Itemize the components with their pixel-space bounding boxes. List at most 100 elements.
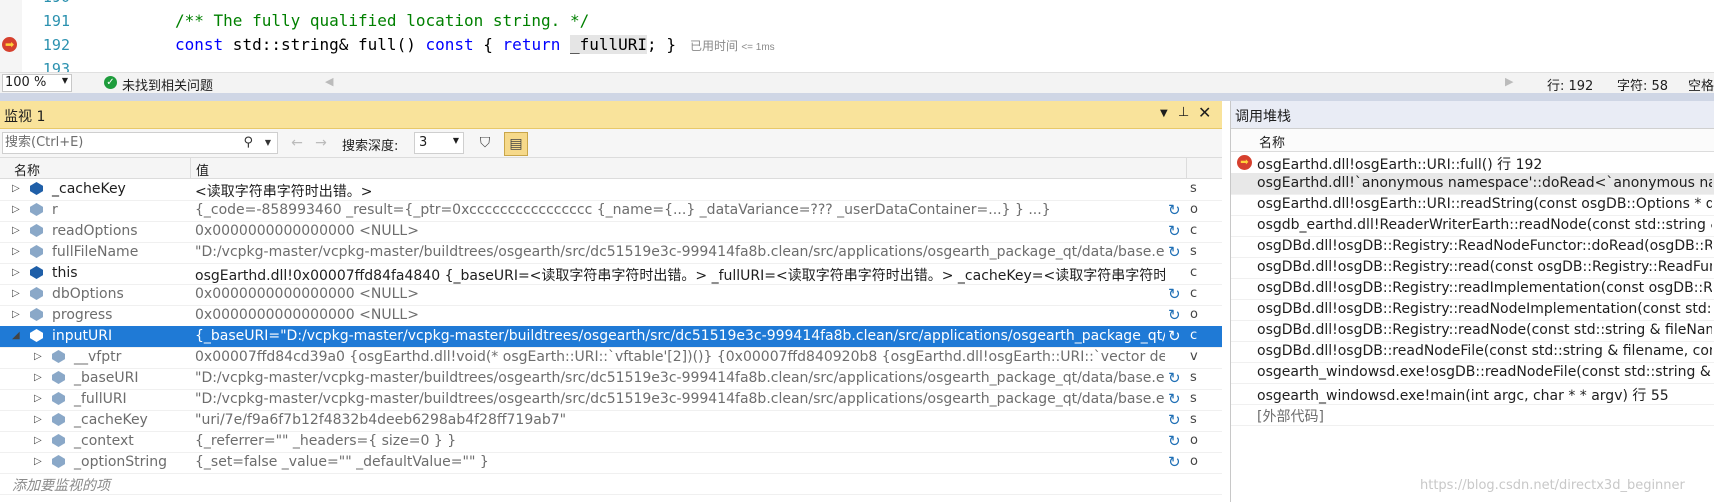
call-stack-frame[interactable]: osgdb_earthd.dll!ReaderWriterEarth::read… (1231, 215, 1714, 237)
expand-icon[interactable]: ▷ (12, 267, 20, 278)
watch-panel-title-bar[interactable]: 监视 1 ▼ ⊥ ✕ (0, 101, 1222, 129)
call-stack-frame[interactable]: osgDBd.dll!osgDB::Registry::readNode(con… (1231, 320, 1714, 342)
search-forward-icon[interactable]: → (310, 132, 332, 154)
search-back-icon[interactable]: ← (286, 132, 308, 154)
search-depth-select[interactable]: 3 ▼ (414, 132, 464, 154)
watch-row-type: v (1190, 349, 1198, 364)
watch-row[interactable]: ▷ _context {_referrer="" _headers={ size=0… (0, 431, 1222, 453)
call-stack-frame[interactable]: [外部代码] (1231, 404, 1714, 426)
column-header-name[interactable]: 名称 (14, 160, 40, 179)
expand-icon[interactable]: ▷ (34, 372, 42, 383)
add-watch-row[interactable]: 添加要监视的项 (0, 473, 1222, 495)
column-header-value[interactable]: 值 (196, 160, 209, 179)
watch-row[interactable]: ▷ _fullURI "D:/vcpkg-master/vcpkg-master/b… (0, 389, 1222, 411)
zoom-dropdown[interactable]: 100 % ▼ (2, 74, 72, 92)
close-icon[interactable]: ✕ (1198, 103, 1211, 122)
watch-row-type: s (1190, 244, 1197, 259)
watch-row-value[interactable]: "D:/vcpkg-master/vcpkg-master/buildtrees… (195, 391, 1165, 407)
call-stack-frame[interactable]: osgearth_windowsd.exe!main(int argc, cha… (1231, 383, 1714, 405)
watch-row[interactable]: ▷ _baseURI "D:/vcpkg-master/vcpkg-master/b… (0, 368, 1222, 390)
refresh-icon[interactable]: ↻ (1168, 453, 1181, 471)
call-stack-panel: 调用堆栈 名称 ➡ osgEarthd.dll!osgEarth::URI::fu… (1230, 101, 1714, 502)
expand-icon[interactable]: ▷ (34, 435, 42, 446)
call-stack-frame[interactable]: osgDBd.dll!osgDB::Registry::readImplemen… (1231, 278, 1714, 300)
watch-row[interactable]: ▷ progress 0x0000000000000000 <NULL> ↻ o (0, 305, 1222, 327)
watch-row[interactable]: ◢ inputURI {_baseURI="D:/vcpkg-master/vcpk… (0, 326, 1222, 348)
collapse-icon[interactable]: ◢ (12, 330, 20, 341)
call-stack-frame-label: osgearth_windowsd.exe!main(int argc, cha… (1257, 388, 1669, 404)
refresh-icon[interactable]: ↻ (1168, 243, 1181, 261)
watch-row[interactable]: ▷ dbOptions 0x0000000000000000 <NULL> ↻ c (0, 284, 1222, 306)
refresh-icon[interactable]: ↻ (1168, 327, 1181, 345)
breakpoint-gutter[interactable] (0, 0, 22, 72)
chevron-down-icon: ▼ (61, 76, 68, 85)
expand-icon[interactable]: ▷ (34, 414, 42, 425)
panel-splitter[interactable] (0, 93, 1714, 101)
call-stack-frame[interactable]: osgEarthd.dll!`anonymous namespace'::doR… (1231, 173, 1714, 195)
watch-row[interactable]: ▷ readOptions 0x0000000000000000 <NULL> ↻ c (0, 221, 1222, 243)
expand-icon[interactable]: ▷ (34, 351, 42, 362)
refresh-icon[interactable]: ↻ (1168, 411, 1181, 429)
issues-status[interactable]: 未找到相关问题 (122, 75, 213, 94)
call-stack-frame[interactable]: osgearth_windowsd.exe!osgDB::readNodeFil… (1231, 362, 1714, 384)
call-stack-frame[interactable]: osgDBd.dll!osgDB::readNodeFile(const std… (1231, 341, 1714, 363)
call-stack-frame[interactable]: osgDBd.dll!osgDB::Registry::ReadNodeFunc… (1231, 236, 1714, 258)
watch-row-value[interactable]: {_code=-858993460 _result={_ptr=0xcccccc… (195, 202, 1165, 218)
refresh-icon[interactable]: ↻ (1168, 285, 1181, 303)
watch-row[interactable]: ▷ this osgEarthd.dll!0x00007ffd84fa4840 {_… (0, 263, 1222, 285)
watch-row-value[interactable]: {_referrer="" _headers={ size=0 } } (195, 433, 1165, 449)
call-stack-title-bar[interactable]: 调用堆栈 (1231, 101, 1714, 129)
watch-row-value[interactable]: 0x0000000000000000 <NULL> (195, 223, 1165, 239)
refresh-icon[interactable]: ↻ (1168, 201, 1181, 219)
watch-row-value[interactable]: "D:/vcpkg-master/vcpkg-master/buildtrees… (195, 370, 1165, 386)
watch-row[interactable]: ▷ _optionString {_set=false _value="" _def… (0, 452, 1222, 474)
pin-icon[interactable]: ⊥ (1178, 105, 1189, 120)
expand-icon[interactable]: ▷ (12, 225, 20, 236)
call-stack-frame[interactable]: osgDBd.dll!osgDB::Registry::read(const o… (1231, 257, 1714, 279)
refresh-icon[interactable]: ↻ (1168, 390, 1181, 408)
refresh-icon[interactable]: ↻ (1168, 306, 1181, 324)
filter-icon[interactable]: ⛉ (474, 132, 496, 154)
watch-row-value[interactable]: "uri/7e/f9a6f7b12f4832b4deeb6298ab4f28ff… (195, 412, 1165, 428)
watch-row[interactable]: ▷ _cacheKey <读取字符串字符时出错。> s (0, 179, 1222, 201)
expand-icon[interactable]: ▷ (12, 183, 20, 194)
hex-display-icon[interactable]: ▤ (504, 132, 528, 156)
code-editor[interactable]: 190 191 192 193 ➡ /** The fully qualifie… (0, 0, 1714, 72)
refresh-icon[interactable]: ↻ (1168, 432, 1181, 450)
call-stack-frame[interactable]: ➡ osgEarthd.dll!osgEarth::URI::full() 行 1… (1231, 152, 1714, 174)
code-line-191[interactable]: /** The fully qualified location string.… (175, 11, 589, 30)
expand-icon[interactable]: ▷ (12, 288, 20, 299)
line-number: 193 (42, 60, 70, 72)
expand-icon[interactable]: ▷ (12, 309, 20, 320)
call-stack-rows: ➡ osgEarthd.dll!osgEarth::URI::full() 行 1… (1231, 152, 1714, 492)
watch-row-value[interactable]: {_baseURI="D:/vcpkg-master/vcpkg-master/… (195, 328, 1165, 344)
watch-row[interactable]: ▷ __vfptr 0x00007ffd84cd39a0 {osgEarthd.dl… (0, 347, 1222, 369)
call-stack-frame[interactable]: osgDBd.dll!osgDB::Registry::readNodeImpl… (1231, 299, 1714, 321)
expand-icon[interactable]: ▷ (34, 393, 42, 404)
watch-row[interactable]: ▷ _cacheKey "uri/7e/f9a6f7b12f4832b4deeb62… (0, 410, 1222, 432)
call-stack-frame[interactable]: osgEarthd.dll!osgEarth::URI::readString(… (1231, 194, 1714, 216)
scroll-right-icon[interactable]: ▶ (1505, 75, 1513, 88)
watch-row-value[interactable]: osgEarthd.dll!0x00007ffd84fa4840 {_baseU… (195, 265, 1165, 285)
watch-row-name: __vfptr (74, 349, 122, 365)
refresh-icon[interactable]: ↻ (1168, 222, 1181, 240)
search-input[interactable]: 搜索(Ctrl+E) ⚲ ▼ (2, 132, 278, 154)
watch-row[interactable]: ▷ r {_code=-858993460 _result={_ptr=0xcccc… (0, 200, 1222, 222)
watch-row-value[interactable]: 0x0000000000000000 <NULL> (195, 286, 1165, 302)
watch-row-value[interactable]: "D:/vcpkg-master/vcpkg-master/buildtrees… (195, 244, 1165, 260)
highlighted-identifier: _fullURI (569, 35, 648, 54)
watch-row-value[interactable]: 0x0000000000000000 <NULL> (195, 307, 1165, 323)
watch-row[interactable]: ▷ fullFileName "D:/vcpkg-master/vcpkg-mast… (0, 242, 1222, 264)
call-stack-frame-label: osgDBd.dll!osgDB::Registry::readNode(con… (1257, 322, 1712, 338)
watch-row-value[interactable]: <读取字符串字符时出错。> (195, 181, 1165, 201)
watch-row-value[interactable]: {_set=false _value="" _defaultValue="" } (195, 454, 1165, 470)
column-header-name[interactable]: 名称 (1259, 132, 1285, 151)
dropdown-icon[interactable]: ▼ (1160, 108, 1168, 119)
refresh-icon[interactable]: ↻ (1168, 369, 1181, 387)
watch-row-value[interactable]: 0x00007ffd84cd39a0 {osgEarthd.dll!void(*… (195, 349, 1165, 365)
scroll-left-icon[interactable]: ◀ (325, 75, 333, 88)
expand-icon[interactable]: ▷ (34, 456, 42, 467)
expand-icon[interactable]: ▷ (12, 204, 20, 215)
code-line-192[interactable]: const std::string& full() const { return… (175, 35, 775, 54)
expand-icon[interactable]: ▷ (12, 246, 20, 257)
